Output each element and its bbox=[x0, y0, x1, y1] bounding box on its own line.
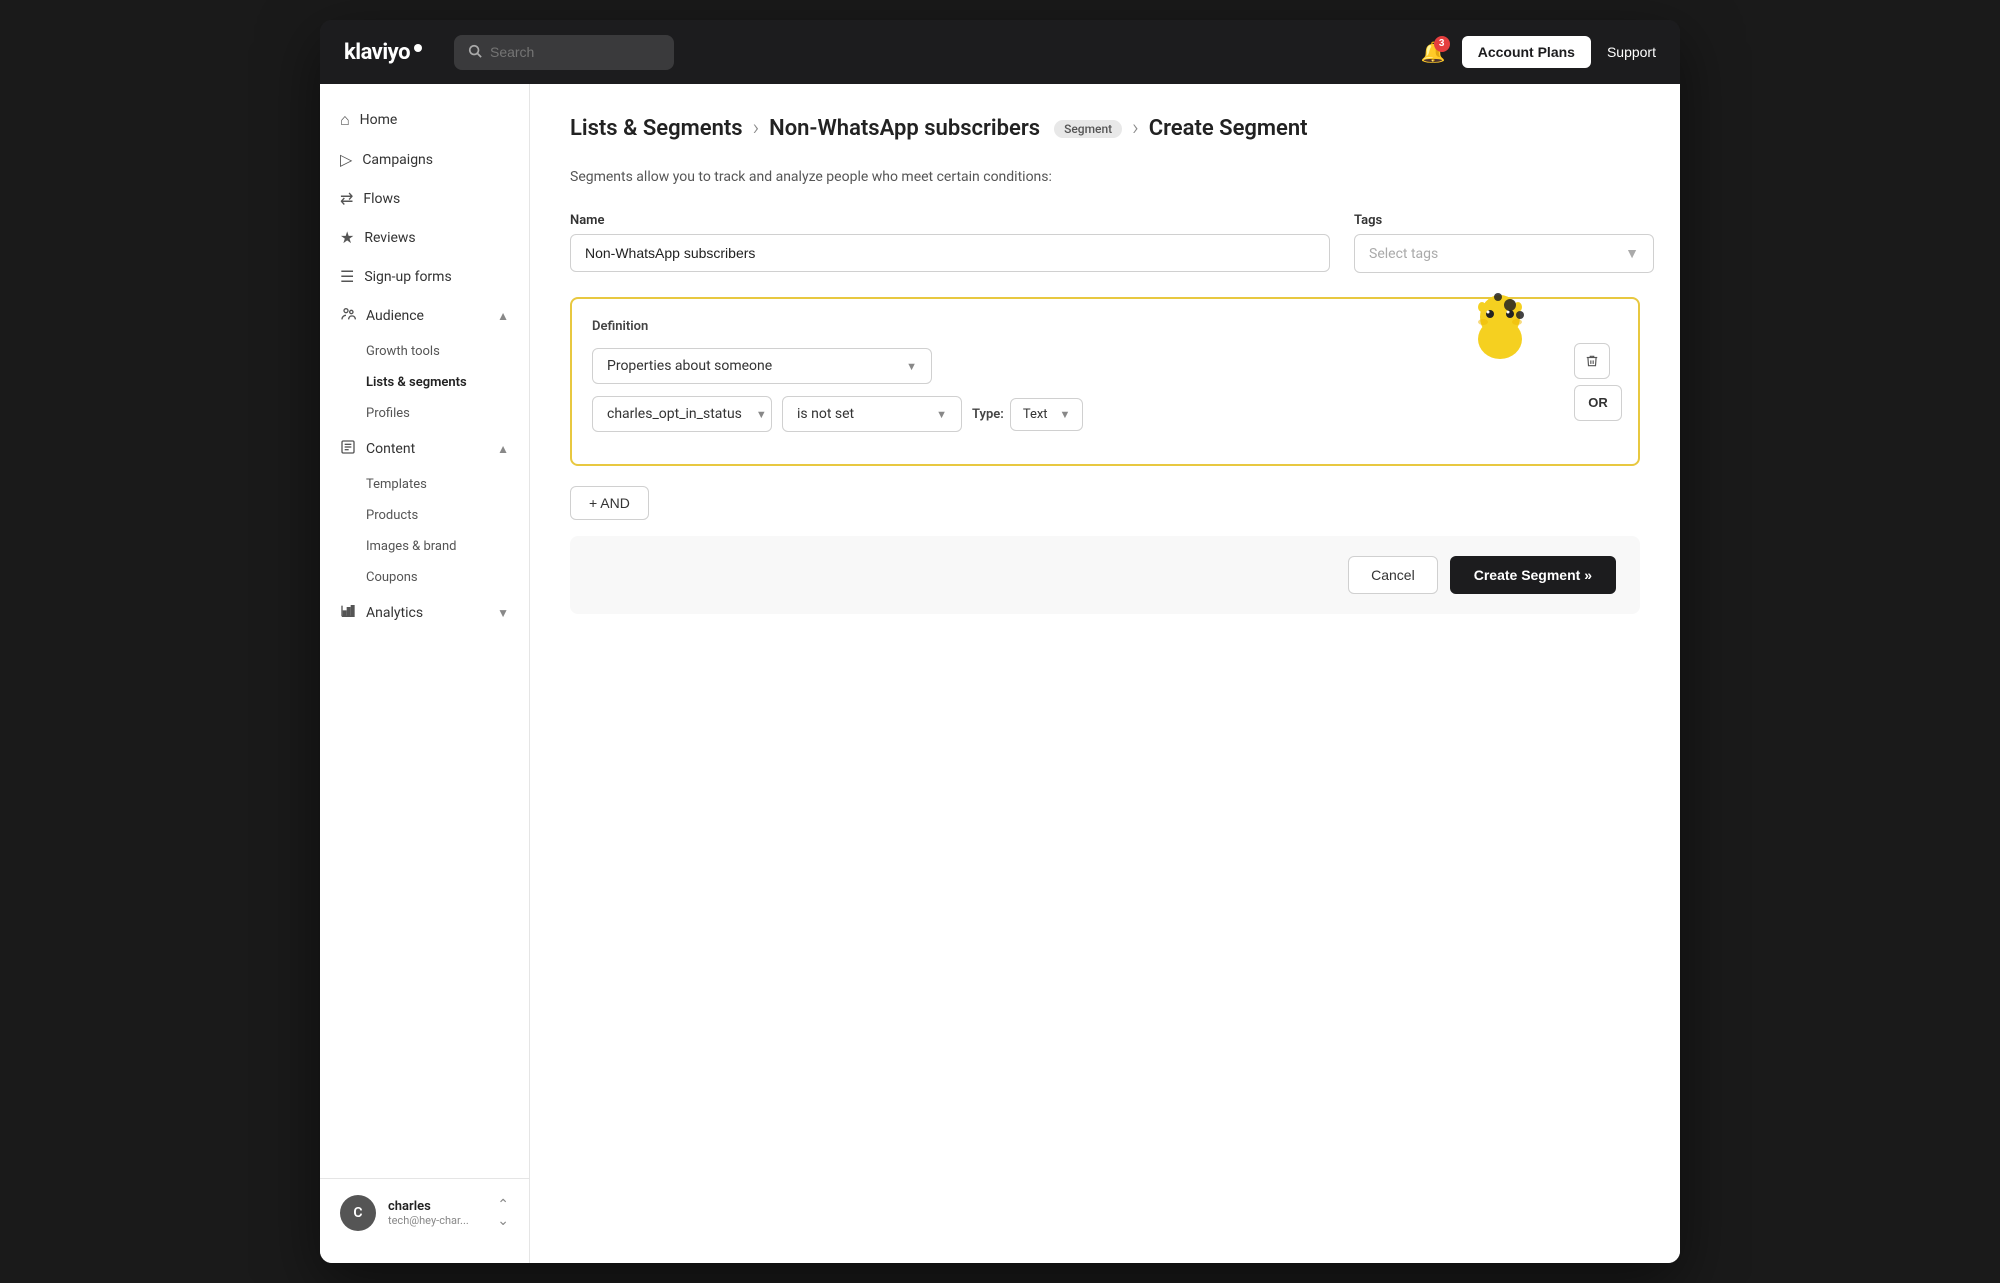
type-label: Type: bbox=[972, 407, 1004, 422]
create-segment-button[interactable]: Create Segment » bbox=[1450, 556, 1616, 594]
sidebar-item-label: Sign-up forms bbox=[364, 269, 451, 285]
sidebar-item-label: Home bbox=[360, 112, 398, 128]
audience-chevron-icon: ▲ bbox=[497, 309, 509, 323]
condition-row-1: Properties about someone ▼ bbox=[592, 348, 1618, 384]
form-name-tags-row: Name Tags Select tags ▼ bbox=[570, 213, 1640, 273]
notification-badge: 3 bbox=[1434, 36, 1450, 52]
sidebar-item-label: Audience bbox=[366, 308, 424, 324]
sidebar-item-label: Reviews bbox=[364, 230, 415, 246]
type-select[interactable]: Text ▼ bbox=[1010, 398, 1084, 431]
breadcrumb-badge: Segment bbox=[1054, 120, 1122, 138]
breadcrumb-sep1: › bbox=[753, 116, 760, 141]
sidebar-sub-lists-segments[interactable]: Lists & segments bbox=[320, 367, 529, 398]
header-right: 🔔 3 Account Plans Support bbox=[1421, 36, 1656, 68]
operator-value: is not set bbox=[797, 406, 854, 422]
logo: klaviyo bbox=[344, 40, 422, 65]
cancel-button[interactable]: Cancel bbox=[1348, 556, 1438, 594]
condition-type-value: Properties about someone bbox=[607, 358, 772, 374]
breadcrumb: Lists & Segments › Non-WhatsApp subscrib… bbox=[570, 116, 1640, 141]
user-name: charles bbox=[388, 1199, 485, 1214]
definition-container: Definition Properties about someone ▼ ch… bbox=[570, 297, 1640, 466]
search-input[interactable] bbox=[490, 44, 660, 60]
notification-button[interactable]: 🔔 3 bbox=[1421, 40, 1446, 65]
sidebar-item-flows[interactable]: ⇄ Flows bbox=[320, 179, 529, 218]
flows-icon: ⇄ bbox=[340, 189, 353, 208]
main-layout: ⌂ Home ▷ Campaigns ⇄ Flows ★ Reviews ☰ S… bbox=[320, 84, 1680, 1263]
sidebar-sub-templates[interactable]: Templates bbox=[320, 469, 529, 500]
sidebar-sub-images-brand[interactable]: Images & brand bbox=[320, 531, 529, 562]
sidebar-item-label: Content bbox=[366, 441, 415, 457]
analytics-chevron-icon: ▼ bbox=[497, 606, 509, 620]
name-input[interactable] bbox=[570, 234, 1330, 272]
sidebar: ⌂ Home ▷ Campaigns ⇄ Flows ★ Reviews ☰ S… bbox=[320, 84, 530, 1263]
tags-select[interactable]: Select tags ▼ bbox=[1354, 234, 1654, 273]
tags-label: Tags bbox=[1354, 213, 1654, 228]
field-select[interactable]: charles_opt_in_status ▼ bbox=[592, 396, 772, 432]
sidebar-item-analytics[interactable]: Analytics ▼ bbox=[320, 593, 529, 633]
definition-title: Definition bbox=[592, 319, 1618, 334]
user-profile-section[interactable]: C charles tech@hey-char... ⌃⌄ bbox=[320, 1178, 529, 1247]
support-button[interactable]: Support bbox=[1607, 44, 1656, 60]
sidebar-item-signup-forms[interactable]: ☰ Sign-up forms bbox=[320, 257, 529, 296]
type-chevron-icon: ▼ bbox=[1060, 408, 1071, 421]
and-button[interactable]: + AND bbox=[570, 486, 649, 520]
audience-icon bbox=[340, 306, 356, 326]
condition-row-2: charles_opt_in_status ▼ is not set ▼ Typ… bbox=[592, 396, 1618, 432]
sidebar-item-label: Flows bbox=[363, 191, 400, 207]
name-form-group: Name bbox=[570, 213, 1330, 272]
type-value: Text bbox=[1023, 407, 1048, 422]
definition-actions: OR bbox=[1574, 343, 1622, 421]
sidebar-sub-products[interactable]: Products bbox=[320, 500, 529, 531]
content-area: Lists & Segments › Non-WhatsApp subscrib… bbox=[530, 84, 1680, 1263]
page-description: Segments allow you to track and analyze … bbox=[570, 169, 1640, 185]
or-button[interactable]: OR bbox=[1574, 385, 1622, 421]
sidebar-item-reviews[interactable]: ★ Reviews bbox=[320, 218, 529, 257]
analytics-icon bbox=[340, 603, 356, 623]
sidebar-item-audience[interactable]: Audience ▲ bbox=[320, 296, 529, 336]
tags-placeholder: Select tags bbox=[1369, 246, 1438, 262]
definition-box: Definition Properties about someone ▼ ch… bbox=[570, 297, 1640, 466]
home-icon: ⌂ bbox=[340, 110, 350, 130]
delete-condition-button[interactable] bbox=[1574, 343, 1610, 379]
avatar: C bbox=[340, 1195, 376, 1231]
tags-form-group: Tags Select tags ▼ bbox=[1354, 213, 1654, 273]
sidebar-sub-profiles[interactable]: Profiles bbox=[320, 398, 529, 429]
breadcrumb-sep2: › bbox=[1132, 116, 1139, 141]
sidebar-item-label: Analytics bbox=[366, 605, 423, 621]
sidebar-sub-growth-tools[interactable]: Growth tools bbox=[320, 336, 529, 367]
tags-chevron-icon: ▼ bbox=[1625, 245, 1639, 262]
name-label: Name bbox=[570, 213, 1330, 228]
footer-actions: Cancel Create Segment » bbox=[570, 536, 1640, 614]
breadcrumb-lists-segments[interactable]: Lists & Segments bbox=[570, 116, 743, 141]
sidebar-item-content[interactable]: Content ▲ bbox=[320, 429, 529, 469]
operator-select[interactable]: is not set ▼ bbox=[782, 396, 962, 432]
sidebar-item-label: Campaigns bbox=[362, 152, 433, 168]
header: klaviyo 🔔 3 Account Plans Support bbox=[320, 20, 1680, 84]
content-chevron-icon: ▲ bbox=[497, 442, 509, 456]
search-icon bbox=[468, 43, 482, 62]
signup-forms-icon: ☰ bbox=[340, 267, 354, 286]
user-email: tech@hey-char... bbox=[388, 1214, 485, 1227]
operator-chevron-icon: ▼ bbox=[936, 408, 947, 421]
condition-type-select[interactable]: Properties about someone ▼ bbox=[592, 348, 932, 384]
breadcrumb-segment-name[interactable]: Non-WhatsApp subscribers bbox=[769, 116, 1040, 141]
account-plans-button[interactable]: Account Plans bbox=[1462, 36, 1591, 68]
sidebar-item-campaigns[interactable]: ▷ Campaigns bbox=[320, 140, 529, 179]
field-value: charles_opt_in_status bbox=[607, 406, 742, 422]
campaigns-icon: ▷ bbox=[340, 150, 352, 169]
user-chevron-icon: ⌃⌄ bbox=[497, 1197, 509, 1229]
type-group: Type: Text ▼ bbox=[972, 398, 1083, 431]
reviews-icon: ★ bbox=[340, 228, 354, 247]
field-chevron-icon: ▼ bbox=[756, 408, 767, 421]
content-icon bbox=[340, 439, 356, 459]
sidebar-item-home[interactable]: ⌂ Home bbox=[320, 100, 529, 140]
search-box[interactable] bbox=[454, 35, 674, 70]
user-info: charles tech@hey-char... bbox=[388, 1199, 485, 1227]
sidebar-sub-coupons[interactable]: Coupons bbox=[320, 562, 529, 593]
breadcrumb-current: Create Segment bbox=[1149, 116, 1308, 141]
condition-type-chevron-icon: ▼ bbox=[906, 360, 917, 373]
